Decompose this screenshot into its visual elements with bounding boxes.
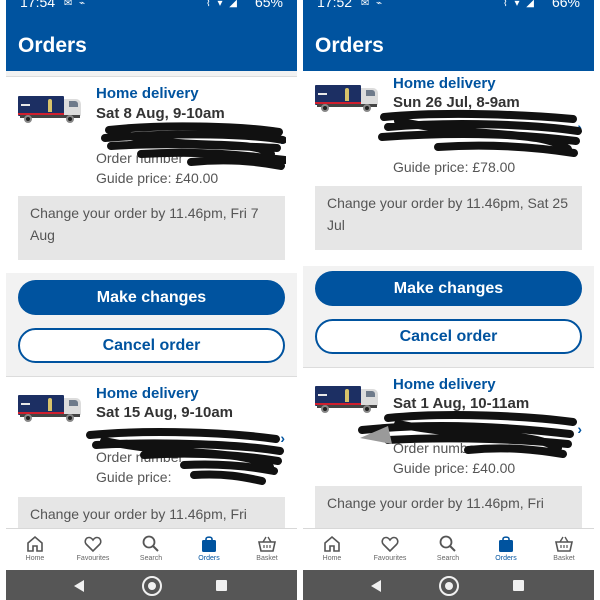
recent-apps-icon[interactable] (513, 580, 524, 591)
nav-label: Search (436, 555, 460, 562)
cancel-order-button[interactable]: Cancel order (315, 319, 582, 354)
orders-list[interactable]: Home delivery Sat 8 Aug, 9-10am Order nu… (6, 71, 297, 528)
change-deadline-notice: Change your order by 11.46pm, Fri 7 Aug (18, 196, 285, 260)
phone-screen-left: 17:54 ✉ ⌁ ⌇ ▾ ◢ 65% Orders Home delivery… (6, 0, 297, 600)
order-card[interactable]: Home delivery Sat 1 Aug, 10-11am Order n… (303, 367, 594, 528)
back-icon[interactable] (74, 580, 84, 592)
signal-icons: ⌇ ▾ ◢ (205, 0, 239, 9)
redaction-scribble (358, 411, 577, 458)
nav-orders[interactable]: Orders (180, 529, 238, 571)
order-card[interactable]: Home delivery Sat 15 Aug, 9-10am Order n… (6, 376, 297, 528)
nav-search[interactable]: Search (122, 529, 180, 571)
delivery-slot: Sat 8 Aug, 9-10am (96, 105, 225, 122)
nav-label: Orders (198, 555, 220, 562)
nav-basket[interactable]: Basket (535, 529, 593, 571)
system-navigation-bar (6, 570, 297, 600)
status-time: 17:52 (317, 0, 353, 10)
nav-label: Favourites (373, 555, 407, 562)
nav-orders[interactable]: Orders (477, 529, 535, 571)
nav-home[interactable]: Home (6, 529, 64, 571)
chevron-right-icon[interactable]: › (577, 421, 582, 437)
nav-label: Favourites (76, 555, 110, 562)
guide-price: Guide price: £78.00 (393, 159, 516, 175)
delivery-van-icon (18, 395, 82, 422)
shopping-bag-icon (202, 536, 216, 552)
nav-search[interactable]: Search (419, 529, 477, 571)
delivery-type: Home delivery (96, 85, 199, 102)
redaction-scribble (86, 428, 284, 485)
nav-label: Basket (553, 555, 575, 562)
status-time: 17:54 (20, 0, 56, 10)
heart-icon (381, 536, 399, 553)
orders-list[interactable]: Home delivery Sun 26 Jul, 8-9am Guide pr… (303, 71, 594, 528)
redaction-scribble (378, 109, 582, 157)
heart-icon (84, 536, 102, 553)
make-changes-button[interactable]: Make changes (18, 280, 285, 315)
change-deadline-notice: Change your order by 11.46pm, Fri (18, 497, 285, 528)
make-changes-button[interactable]: Make changes (315, 271, 582, 306)
order-card[interactable]: Home delivery Sun 26 Jul, 8-9am Guide pr… (303, 71, 594, 266)
delivery-type: Home delivery (393, 75, 496, 92)
change-deadline-notice: Change your order by 11.46pm, Fri (315, 486, 582, 528)
nav-label: Home (25, 555, 45, 562)
nav-favourites[interactable]: Favourites (64, 529, 122, 571)
screenshot-composite: 17:54 ✉ ⌁ ⌇ ▾ ◢ 65% Orders Home delivery… (0, 0, 600, 600)
bottom-navigation: Home Favourites Search Orders Basket (6, 528, 297, 570)
delivery-van-icon (315, 386, 379, 413)
search-icon (142, 535, 159, 552)
delivery-slot: Sat 15 Aug, 9-10am (96, 404, 233, 421)
status-battery: 65% (254, 0, 283, 10)
delivery-van-icon (18, 96, 82, 123)
shopping-bag-icon (499, 536, 513, 552)
notification-icons: ✉ ⌁ (64, 0, 88, 9)
page-title: Orders (315, 34, 384, 57)
notification-icons: ✉ ⌁ (361, 0, 385, 9)
basket-icon (258, 536, 276, 552)
back-icon[interactable] (371, 580, 381, 592)
home-icon (27, 535, 43, 552)
home-icon (324, 535, 340, 552)
app-bar: Orders (303, 12, 594, 71)
redaction-scribble (101, 122, 286, 170)
bottom-navigation: Home Favourites Search Orders Basket (303, 528, 594, 570)
guide-price: Guide price: £40.00 (393, 460, 516, 476)
recent-apps-icon[interactable] (216, 580, 227, 591)
change-deadline-notice: Change your order by 11.46pm, Sat 25 Jul (315, 186, 582, 250)
nav-label: Home (322, 555, 342, 562)
phone-screen-right: 17:52 ✉ ⌁ ⌇ ▾ ◢ 66% Orders Home delivery… (303, 0, 594, 600)
delivery-van-icon (315, 85, 379, 112)
delivery-type: Home delivery (393, 376, 496, 393)
signal-icons: ⌇ ▾ ◢ (502, 0, 536, 9)
nav-favourites[interactable]: Favourites (361, 529, 419, 571)
home-circle-icon[interactable] (439, 576, 459, 596)
cancel-order-button[interactable]: Cancel order (18, 328, 285, 363)
nav-basket[interactable]: Basket (238, 529, 296, 571)
guide-price: Guide price: £40.00 (96, 170, 219, 186)
home-circle-icon[interactable] (142, 576, 162, 596)
nav-home[interactable]: Home (303, 529, 361, 571)
system-navigation-bar (303, 570, 594, 600)
status-battery: 66% (551, 0, 580, 10)
basket-icon (555, 536, 573, 552)
nav-label: Search (139, 555, 163, 562)
search-icon (439, 535, 456, 552)
page-title: Orders (18, 34, 87, 57)
nav-label: Basket (256, 555, 278, 562)
app-bar: Orders (6, 12, 297, 71)
order-card[interactable]: Home delivery Sat 8 Aug, 9-10am Order nu… (6, 76, 297, 273)
status-bar: 17:52 ✉ ⌁ ⌇ ▾ ◢ 66% (303, 0, 594, 12)
status-bar: 17:54 ✉ ⌁ ⌇ ▾ ◢ 65% (6, 0, 297, 12)
delivery-type: Home delivery (96, 385, 199, 402)
nav-label: Orders (495, 555, 517, 562)
